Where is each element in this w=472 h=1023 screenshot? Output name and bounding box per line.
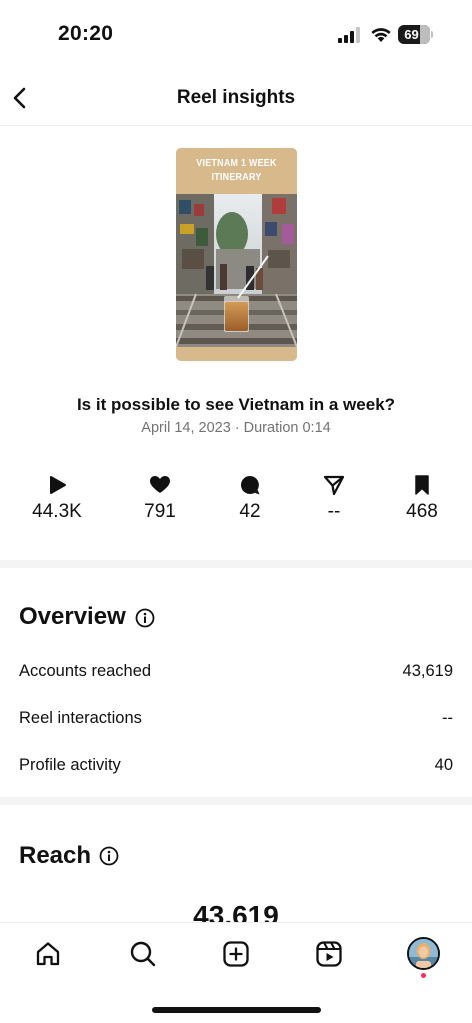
- stat-value: --: [327, 501, 341, 522]
- row-value: --: [442, 709, 453, 727]
- nav-reels[interactable]: [312, 937, 346, 971]
- reel-meta: April 14, 2023 · Duration 0:14: [141, 420, 331, 436]
- stat-value: 791: [144, 501, 176, 522]
- status-time: 20:20: [58, 22, 114, 45]
- battery-indicator: 69: [398, 25, 433, 44]
- notification-dot: [421, 973, 426, 978]
- cellular-signal-icon: [338, 27, 360, 43]
- info-icon[interactable]: [135, 608, 155, 628]
- home-indicator: [152, 1007, 321, 1013]
- reel-cover-photo: [176, 194, 297, 347]
- stat-saves: 468: [377, 474, 467, 523]
- heart-icon: [150, 476, 170, 493]
- nav-home[interactable]: [31, 937, 65, 971]
- reach-title: Reach: [19, 842, 92, 869]
- info-icon[interactable]: [99, 846, 119, 866]
- send-icon: [323, 475, 345, 496]
- overview-row-reel-interactions[interactable]: Reel interactions --: [19, 709, 453, 733]
- play-icon: [50, 476, 66, 494]
- row-value: 40: [434, 756, 453, 774]
- stat-plays: 44.3K: [12, 474, 102, 523]
- reels-icon: [316, 941, 342, 967]
- stat-comments: 42: [205, 474, 295, 523]
- stat-value: 42: [239, 501, 261, 522]
- stat-value: 468: [406, 501, 438, 522]
- profile-avatar[interactable]: [407, 937, 440, 970]
- overview-row-accounts-reached[interactable]: Accounts reached 43,619: [19, 662, 453, 686]
- overview-row-profile-activity[interactable]: Profile activity 40: [19, 756, 453, 780]
- profile-photo: [409, 939, 438, 968]
- stat-shares: --: [289, 474, 379, 523]
- header: Reel insights: [0, 70, 472, 126]
- row-label: Profile activity: [19, 756, 121, 774]
- reel-cover-thumbnail[interactable]: Vietnam 1 week itinerary: [176, 148, 297, 361]
- bottom-nav: [0, 922, 472, 1023]
- nav-search[interactable]: [126, 937, 160, 971]
- home-icon: [36, 942, 60, 966]
- comment-icon: [240, 476, 260, 495]
- reel-cover-text: Vietnam 1 week itinerary: [196, 157, 277, 183]
- overview-title: Overview: [19, 603, 126, 630]
- search-icon: [130, 941, 156, 967]
- create-icon: [223, 941, 249, 967]
- stat-likes: 791: [115, 474, 205, 523]
- bookmark-icon: [415, 475, 429, 495]
- row-label: Accounts reached: [19, 662, 152, 680]
- section-divider: [0, 797, 472, 805]
- page-title: Reel insights: [176, 87, 296, 108]
- section-divider: [0, 560, 472, 568]
- battery-level: 69: [404, 27, 419, 42]
- row-label: Reel interactions: [19, 709, 142, 727]
- row-value: 43,619: [402, 662, 453, 680]
- wifi-icon: [371, 28, 391, 42]
- stat-value: 44.3K: [32, 501, 82, 522]
- status-bar: 20:20 69: [0, 0, 472, 70]
- nav-create[interactable]: [219, 937, 253, 971]
- reel-title: Is it possible to see Vietnam in a week?: [76, 395, 396, 414]
- reel-stats: 44.3K 791 42 -- 468: [0, 474, 472, 534]
